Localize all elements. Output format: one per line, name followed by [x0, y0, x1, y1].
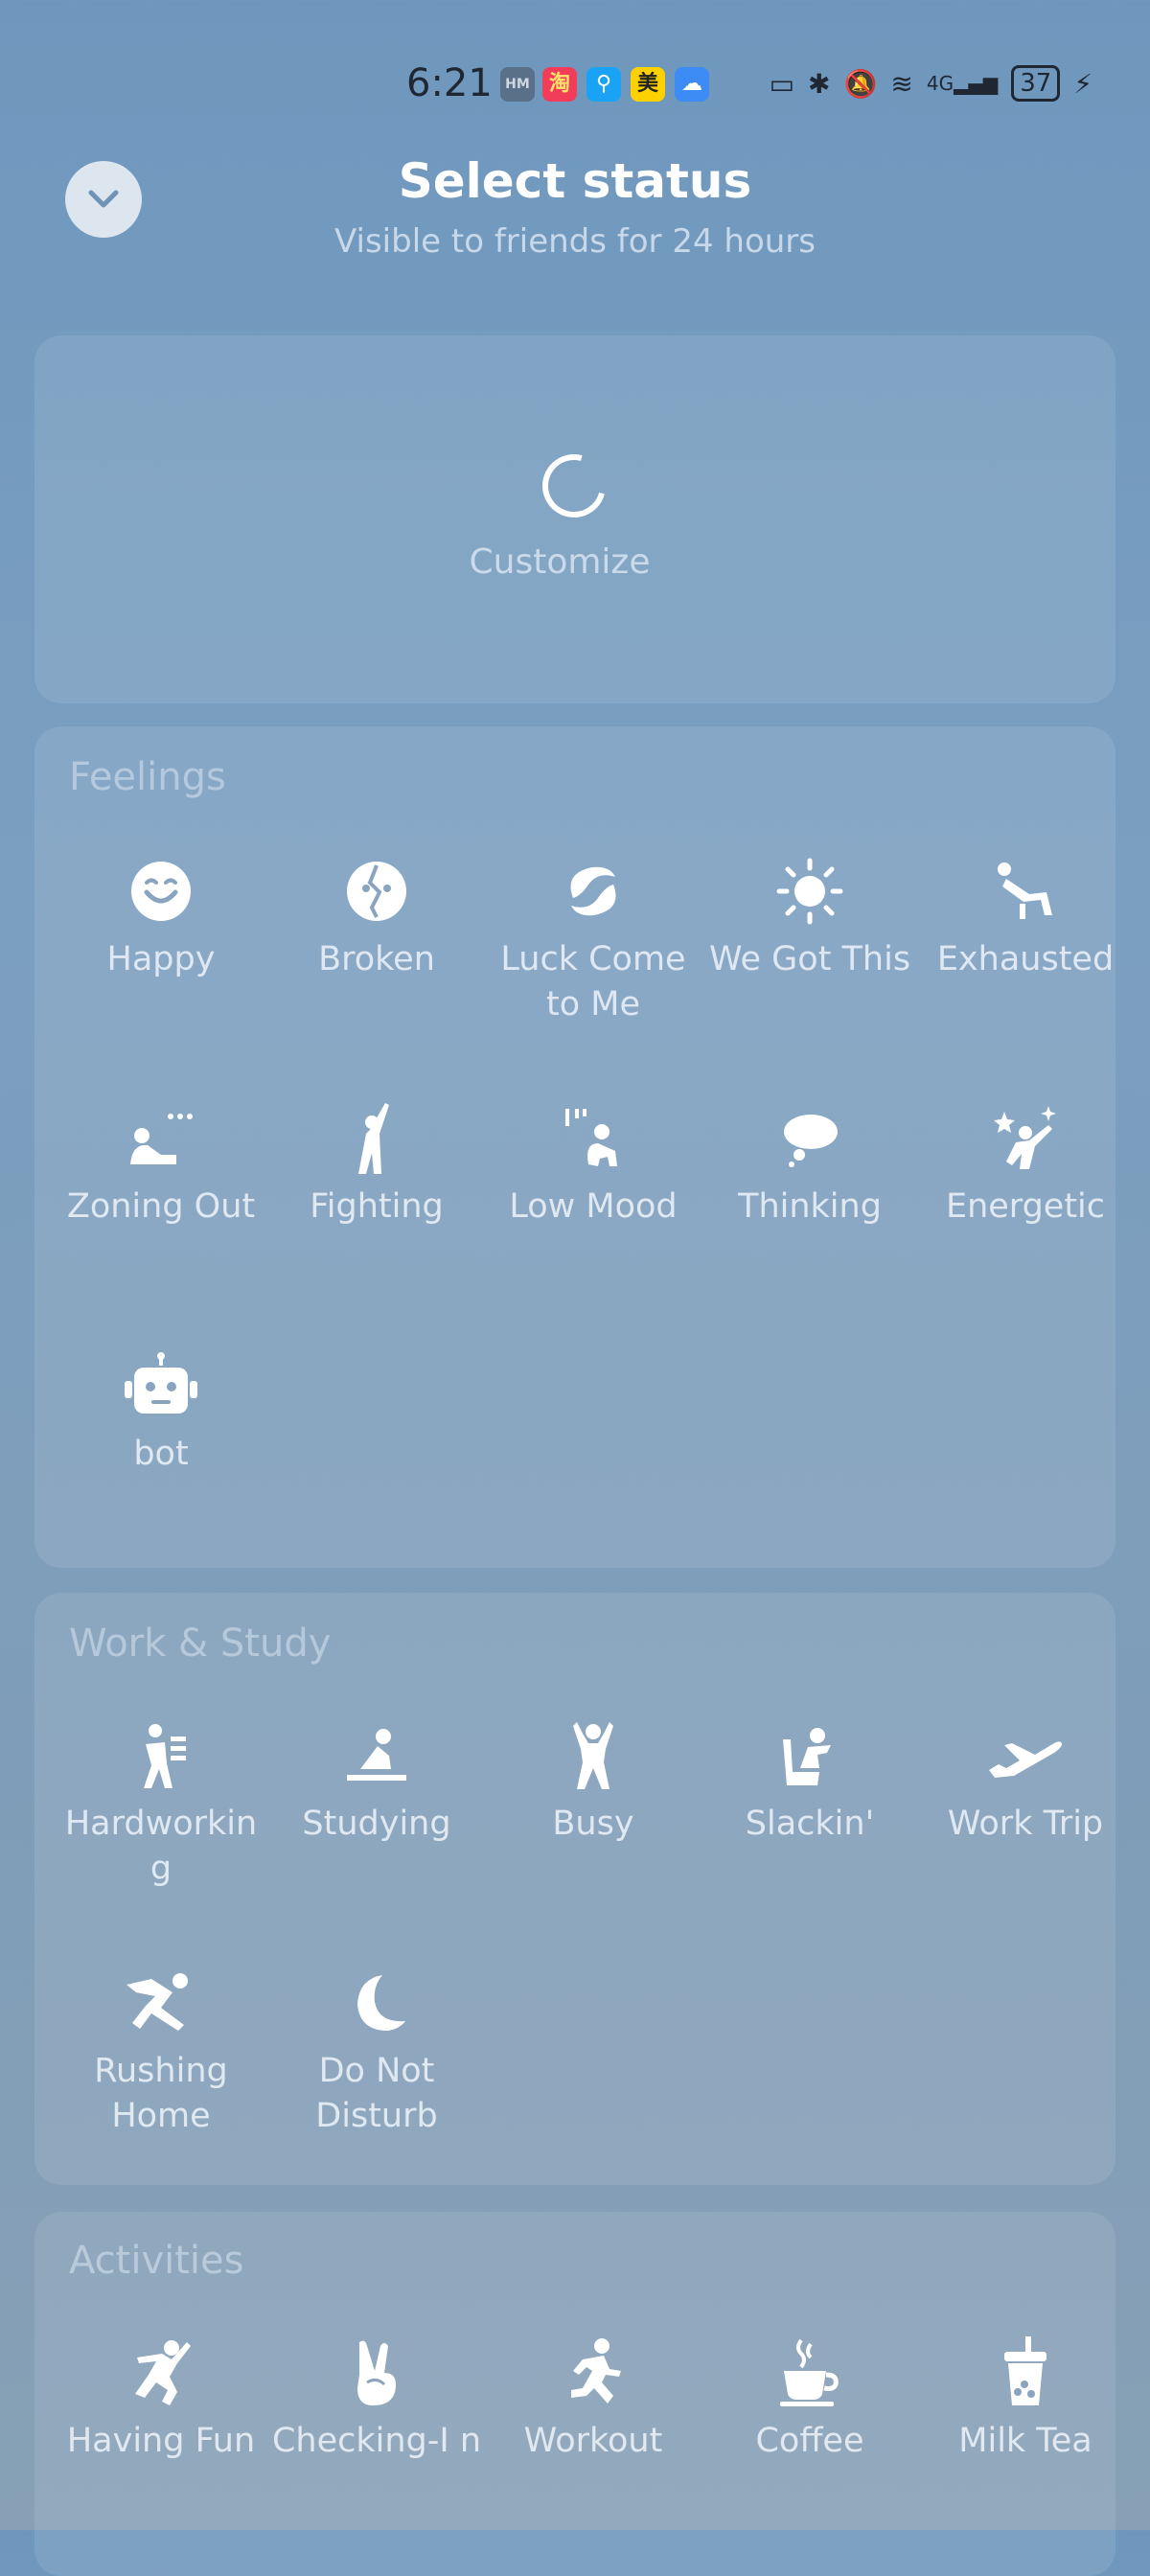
- status-item-energetic[interactable]: Energetic: [917, 1100, 1134, 1230]
- status-item-low-mood[interactable]: Low Mood: [485, 1100, 702, 1230]
- status-label: Coffee: [755, 2422, 864, 2460]
- status-label: Energetic: [945, 1187, 1106, 1226]
- status-item-studying[interactable]: Studying: [268, 1717, 485, 1847]
- meituan-app-icon: 美: [631, 67, 665, 102]
- busy-person-icon: [573, 1722, 613, 1789]
- mute-bell-icon: 🔕: [843, 67, 878, 100]
- status-item-exhausted[interactable]: Exhausted: [917, 853, 1134, 982]
- dancing-person-icon: [135, 2340, 191, 2405]
- section-title-activities: Activities: [69, 2239, 244, 2283]
- status-item-do-not-disturb[interactable]: Do Not Disturb: [268, 1965, 485, 2139]
- status-item-having-fun[interactable]: Having Fun: [53, 2334, 269, 2464]
- status-label: Hardworkin g: [64, 1805, 258, 1888]
- slacking-person-icon: [783, 1728, 831, 1785]
- wifi-icon: ≋: [890, 67, 913, 100]
- status-label: Luck Come to Me: [500, 940, 686, 1024]
- search-app-icon: ⚲: [586, 67, 621, 102]
- signal-icon: 4G▂▄▆: [926, 72, 999, 95]
- running-person-icon: [571, 2338, 621, 2404]
- charging-icon: ⚡: [1073, 67, 1092, 100]
- hardworking-person-icon: [144, 1724, 186, 1788]
- status-label: Zoning Out: [66, 1187, 256, 1226]
- low-mood-person-icon: [565, 1109, 617, 1166]
- page-title: Select status: [398, 153, 752, 209]
- exhausted-person-icon: [998, 862, 1052, 919]
- status-item-workout[interactable]: Workout: [485, 2334, 702, 2464]
- taobao-app-icon: 淘: [542, 67, 577, 102]
- luck-swirl-icon: [570, 866, 616, 916]
- status-item-bot[interactable]: bot: [53, 1347, 269, 1477]
- status-item-zoning-out[interactable]: Zoning Out: [53, 1100, 269, 1230]
- status-item-busy[interactable]: Busy: [485, 1717, 702, 1847]
- victory-hand-icon: [357, 2340, 396, 2405]
- cloud-app-icon: ☁: [675, 67, 709, 102]
- status-label: Low Mood: [509, 1187, 678, 1226]
- status-label: Studying: [302, 1805, 451, 1843]
- network-type: 4G: [926, 72, 954, 95]
- status-item-thinking[interactable]: Thinking: [702, 1100, 918, 1230]
- sun-icon: [776, 858, 843, 925]
- section-title-work-study: Work & Study: [69, 1622, 332, 1666]
- status-item-work-trip[interactable]: Work Trip: [917, 1717, 1134, 1847]
- status-item-we-got-this[interactable]: We Got This: [702, 853, 918, 982]
- status-bar: 6:21 HM 淘 ⚲ 美 ☁ ▭ ✱ 🔕 ≋ 4G▂▄▆ 37 ⚡: [0, 58, 1150, 115]
- status-label: Rushing Home: [94, 2052, 228, 2135]
- milk-tea-icon: [1004, 2336, 1046, 2405]
- status-label: Slackin': [745, 1805, 875, 1843]
- broken-heart-icon: [347, 862, 406, 921]
- robot-icon: [125, 1352, 197, 1414]
- status-label: Happy: [106, 940, 216, 978]
- rushing-person-icon: [126, 1973, 188, 2031]
- moon-icon: [357, 1975, 405, 2031]
- customize-card[interactable]: [34, 335, 1116, 703]
- status-label: We Got This: [708, 940, 911, 978]
- status-item-milk-tea[interactable]: Milk Tea: [917, 2334, 1134, 2464]
- battery-icon: 37: [1011, 65, 1061, 102]
- system-icons: ▭ ✱ 🔕 ≋ 4G▂▄▆ 37 ⚡: [770, 65, 1092, 102]
- fighting-person-icon: [358, 1103, 389, 1174]
- status-item-checking-in[interactable]: Checking-I n: [268, 2334, 485, 2464]
- status-label: Exhausted: [936, 940, 1115, 978]
- bluetooth-icon: ✱: [808, 67, 831, 100]
- status-item-happy[interactable]: Happy: [53, 853, 269, 982]
- status-label: Milk Tea: [958, 2422, 1092, 2460]
- status-label: Busy: [552, 1805, 634, 1843]
- status-item-luck[interactable]: Luck Come to Me: [485, 853, 702, 1027]
- page-subtitle: Visible to friends for 24 hours: [334, 222, 816, 261]
- status-item-fighting[interactable]: Fighting: [268, 1100, 485, 1230]
- status-item-broken[interactable]: Broken: [268, 853, 485, 982]
- status-label: bot: [133, 1435, 189, 1473]
- happy-face-icon: [131, 862, 191, 921]
- status-item-slacking[interactable]: Slackin': [702, 1717, 918, 1847]
- hm-app-icon: HM: [500, 67, 535, 102]
- status-label: Fighting: [310, 1187, 444, 1226]
- status-label: Broken: [318, 940, 435, 978]
- section-title-feelings: Feelings: [69, 755, 226, 799]
- status-label: Checking-I n: [271, 2422, 482, 2460]
- status-label: Thinking: [738, 1187, 882, 1226]
- customize-label: Customize: [469, 542, 651, 582]
- status-item-coffee[interactable]: Coffee: [702, 2334, 918, 2464]
- zoning-out-icon: [130, 1114, 193, 1164]
- status-label: Do Not Disturb: [315, 2052, 438, 2135]
- status-label: Workout: [523, 2422, 663, 2460]
- coffee-cup-icon: [780, 2338, 839, 2406]
- status-label: Having Fun: [66, 2422, 256, 2460]
- status-item-hardworking[interactable]: Hardworkin g: [53, 1717, 269, 1892]
- cast-icon: ▭: [769, 67, 795, 100]
- clock: 6:21: [406, 61, 493, 105]
- battery-level: 37: [1020, 69, 1052, 98]
- status-item-rushing-home[interactable]: Rushing Home: [53, 1965, 269, 2139]
- thought-cloud-icon: [784, 1115, 838, 1167]
- energetic-person-icon: [994, 1106, 1056, 1169]
- airplane-icon: [989, 1741, 1062, 1778]
- studying-person-icon: [347, 1729, 406, 1781]
- status-label: Work Trip: [947, 1805, 1104, 1843]
